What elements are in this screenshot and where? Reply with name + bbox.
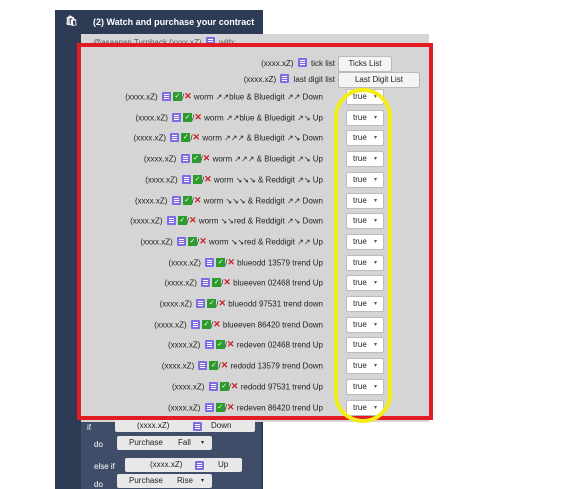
list-icon xyxy=(193,422,202,431)
block-title: (2) Watch and purchase your contract xyxy=(93,17,255,27)
do-row-2: do xyxy=(94,480,103,489)
if-row: if xyxy=(87,423,91,432)
if-keyword: if xyxy=(87,423,91,432)
purchase-label: Purchase xyxy=(129,476,163,485)
purchase-fall-value[interactable]: Fall xyxy=(178,436,191,450)
list-icon xyxy=(195,461,204,470)
purchase-rise-value[interactable]: Rise xyxy=(177,474,193,488)
elseif-keyword: else if xyxy=(94,462,115,471)
highlight-oval xyxy=(334,88,392,423)
do-keyword: do xyxy=(94,440,103,449)
if-direction: Down xyxy=(211,421,232,430)
chevron-down-icon: ▾ xyxy=(201,478,205,484)
do-keyword: do xyxy=(94,480,103,489)
block-header[interactable]: 🛍 (2) Watch and purchase your contract xyxy=(55,10,263,34)
elseif-condition[interactable]: (xxxx.xZ) Up xyxy=(125,458,242,472)
purchase-fall-block[interactable]: Purchase Fall ▾ xyxy=(117,436,212,450)
if-condition[interactable]: (xxxx.xZ) Down xyxy=(115,420,255,432)
chevron-down-icon: ▾ xyxy=(201,440,205,446)
if-text: (xxxx.xZ) xyxy=(137,421,170,430)
purchase-label: Purchase xyxy=(129,438,163,447)
elseif-row: else if xyxy=(94,462,115,471)
elseif-direction: Up xyxy=(218,460,229,469)
do-row-1: do xyxy=(94,440,103,449)
purchase-rise-block[interactable]: Purchase Rise ▾ xyxy=(117,474,212,488)
elseif-text: (xxxx.xZ) xyxy=(150,460,183,469)
shopping-bag-icon: 🛍 xyxy=(65,16,78,27)
